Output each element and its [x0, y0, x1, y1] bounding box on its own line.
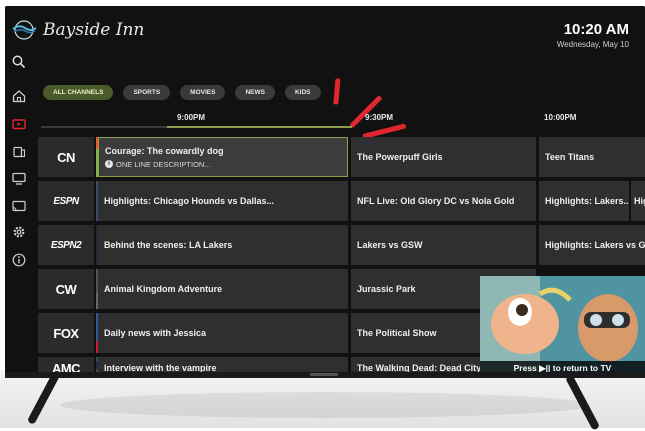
info-icon[interactable] [11, 252, 27, 268]
channel-logo-espn[interactable]: ESPN [38, 181, 94, 221]
timeline: 9:00PM 9:30PM 10:00PM [41, 111, 645, 131]
filter-kids[interactable]: KIDS [284, 85, 321, 100]
channel-logo-fox[interactable]: FOX [38, 313, 94, 353]
channel-logo-cn[interactable]: CN [38, 137, 94, 177]
live-tv-icon[interactable] [11, 116, 27, 132]
clock-time: 10:20 AM [563, 21, 629, 38]
filter-movies[interactable]: MOVIES [180, 85, 226, 100]
tv-icon[interactable] [11, 170, 27, 186]
wave-logo-icon [12, 20, 37, 40]
red-annotation-mark-1 [333, 78, 341, 105]
channel-row-espn: ESPN 4 Highlights: Chicago Hounds vs Dal… [38, 181, 645, 221]
brand: Bayside Inn [11, 20, 144, 40]
time-slot-930: 9:30PM [365, 113, 394, 122]
timeline-progress [167, 126, 352, 128]
program-cell[interactable]: Daily news with Jessica [98, 313, 348, 353]
program-cell[interactable]: Lakers vs GSW [351, 225, 536, 265]
cast-icon[interactable] [11, 198, 27, 214]
program-cell[interactable]: Highlights: Chicago Hounds vs Dallas... [98, 181, 348, 221]
floor-shadow [60, 392, 590, 418]
description-text: ONE LINE DESCRIPTION... [116, 159, 211, 169]
channel-row-espn2: ESPN2 Behind the scenes: LA Lakers Laker… [38, 225, 645, 265]
time-slot-900: 9:00PM [177, 113, 206, 122]
channel-logo-cw[interactable]: CW [38, 269, 94, 309]
program-cell[interactable]: Animal Kingdom Adventure [98, 269, 348, 309]
gear-icon[interactable] [11, 224, 27, 240]
info-icon: i [105, 160, 113, 168]
channel-logo-espn2[interactable]: ESPN2 [38, 225, 94, 265]
program-cell[interactable]: Behind the scenes: LA Lakers [98, 225, 348, 265]
program-cell[interactable]: The Powerpuff Girls [351, 137, 536, 177]
filter-all-channels[interactable]: ALL CHANNELS [43, 85, 114, 100]
program-title: Courage: The cowardly dog [105, 145, 224, 156]
program-cell[interactable]: Hig [631, 181, 645, 221]
channel-row-cn: CN COURAGE Courage: The cowardly dog iON… [38, 137, 645, 177]
tv-brand-badge [310, 373, 338, 376]
filter-sports[interactable]: SPORTS [123, 85, 171, 100]
program-cell[interactable]: Highlights: Lakers vs GSW [539, 225, 645, 265]
timeline-track [41, 126, 167, 128]
picture-in-picture-player[interactable]: Press ▶|| to return to TV [480, 276, 645, 376]
program-cell-focused[interactable]: Courage: The cowardly dog i ONE LINE DESC… [98, 137, 348, 177]
tv-screen: Bayside Inn 10:20 AM Wednesday, May 10 A… [5, 6, 645, 376]
search-icon[interactable] [11, 54, 27, 70]
filter-bar: ALL CHANNELS SPORTS MOVIES NEWS KIDS [43, 85, 321, 100]
filter-news[interactable]: NEWS [235, 85, 275, 100]
clock: 10:20 AM Wednesday, May 10 [556, 21, 629, 50]
time-slot-1000: 10:00PM [544, 113, 577, 122]
clock-date: Wednesday, May 10 [556, 40, 629, 49]
devices-icon[interactable] [11, 144, 27, 160]
program-cell[interactable]: Highlights: Lakers... [539, 181, 629, 221]
tv-frame: Bayside Inn 10:20 AM Wednesday, May 10 A… [5, 6, 645, 376]
program-cell[interactable]: NFL Live: Old Glory DC vs Nola Gold [351, 181, 536, 221]
home-icon[interactable] [11, 88, 27, 104]
program-description: i ONE LINE DESCRIPTION... [105, 160, 347, 169]
program-cell[interactable]: Teen Titans [539, 137, 645, 177]
brand-name: Bayside Inn [43, 20, 145, 40]
